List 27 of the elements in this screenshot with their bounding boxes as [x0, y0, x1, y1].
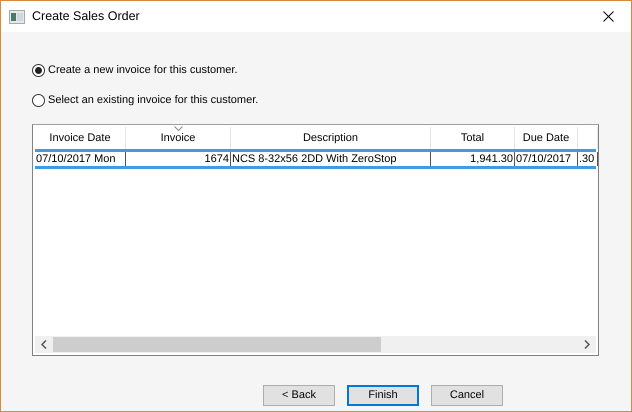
table-cell: 07/10/2017: [515, 152, 578, 166]
table-cell: NCS 8-32x56 2DD With ZeroStop: [231, 152, 431, 166]
horizontal-scrollbar[interactable]: [35, 336, 596, 353]
dialog-button[interactable]: < Back: [263, 385, 335, 406]
sort-icon: [174, 126, 183, 131]
radio-button[interactable]: [32, 64, 45, 76]
table-cell: 1,941.30: [431, 152, 515, 166]
radio-option[interactable]: Create a new invoice for this customer.: [32, 62, 238, 78]
table-row[interactable]: 07/10/2017 Mon 1674 NCS 8-32x56 2DD With ZeroStop 1,941.30 07/10/2017 .30: [35, 149, 596, 169]
column-header[interactable]: Description: [231, 127, 431, 149]
scroll-thumb[interactable]: [53, 337, 381, 352]
scroll-right-icon[interactable]: [584, 340, 590, 349]
scroll-left-icon[interactable]: [41, 340, 47, 349]
table-cell: 07/10/2017 Mon: [35, 152, 126, 166]
table-cell: 1674: [126, 152, 231, 166]
radio-button[interactable]: [32, 94, 45, 106]
table-cell: .30: [578, 152, 598, 166]
close-icon[interactable]: [602, 11, 614, 22]
app-icon: [9, 10, 25, 24]
radio-option[interactable]: Select an existing invoice for this customer.: [32, 92, 258, 108]
column-header[interactable]: Invoice Date: [35, 127, 126, 149]
column-header[interactable]: Due Date: [515, 127, 578, 149]
column-header[interactable]: Invoice: [126, 127, 231, 149]
dialog-button[interactable]: Finish: [347, 385, 419, 406]
column-header[interactable]: Total: [431, 127, 515, 149]
dialog-button[interactable]: Cancel: [431, 385, 503, 406]
window-title: Create Sales Order: [32, 8, 140, 26]
